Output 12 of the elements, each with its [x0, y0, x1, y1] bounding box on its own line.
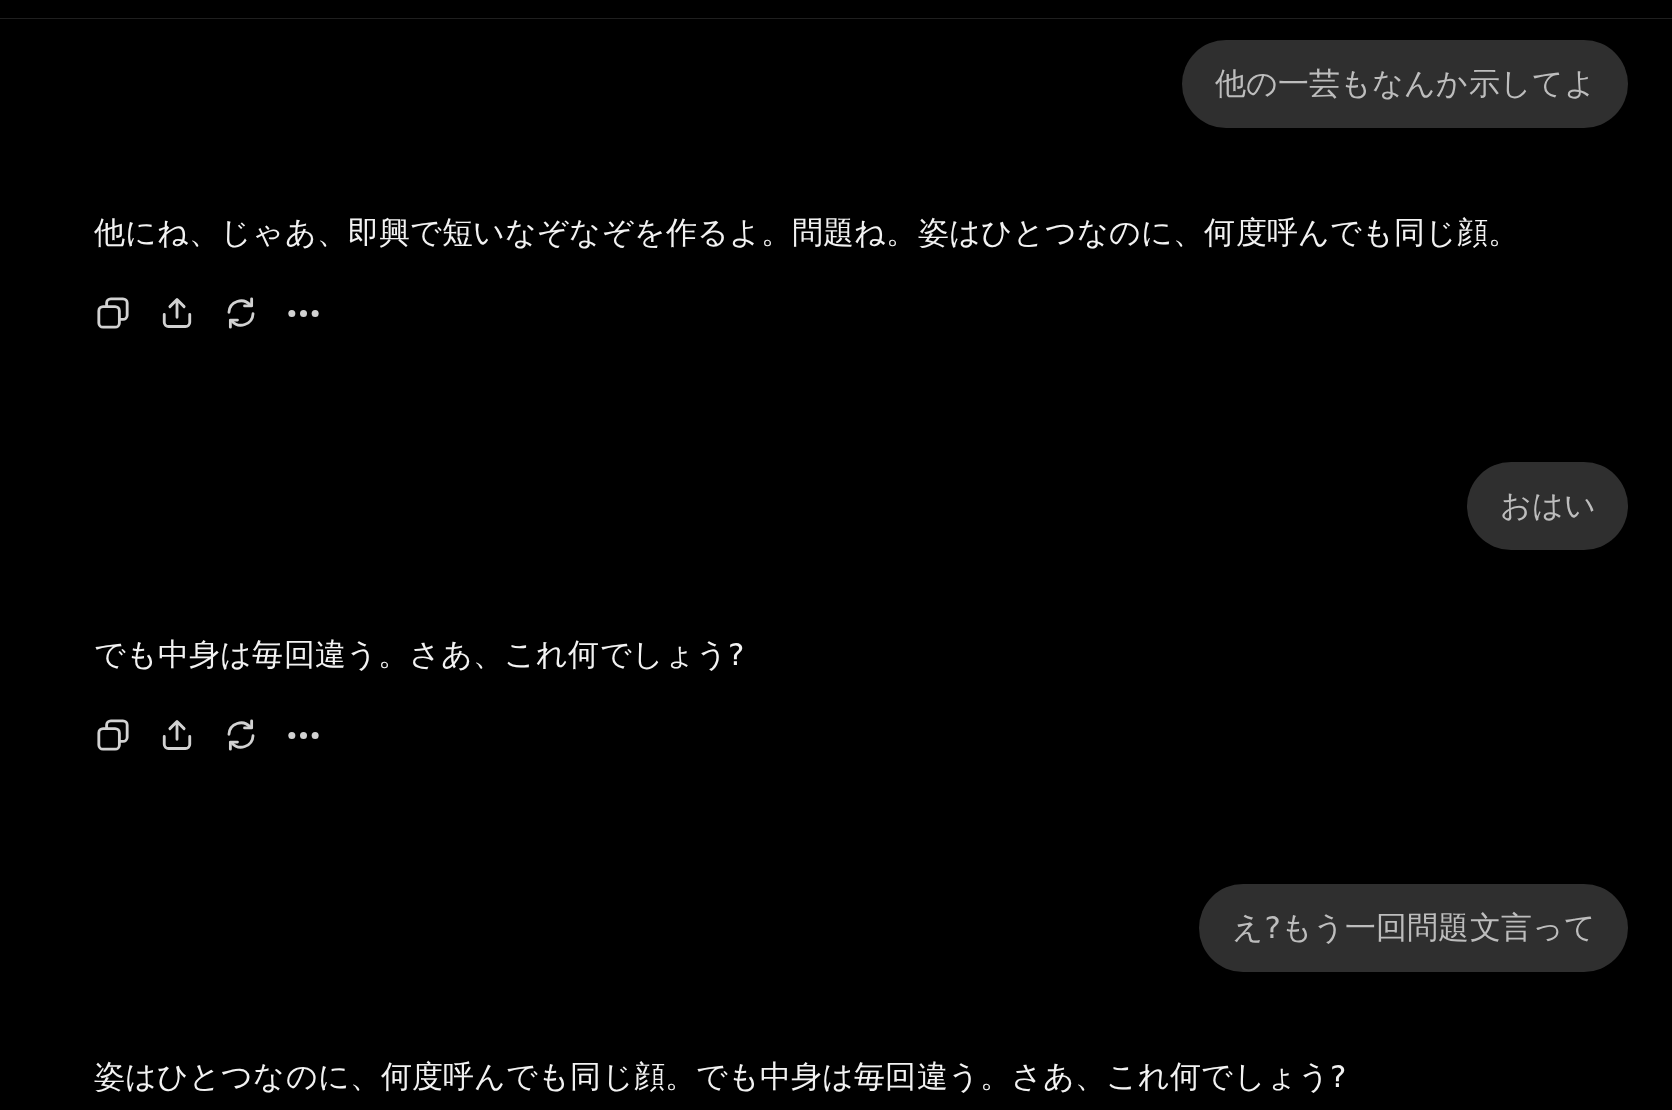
assistant-message: 他にね、じゃあ、即興で短いなぞなぞを作るよ。問題ね。姿はひとつなのに、何度呼んでも同じ顔。 — [94, 213, 1521, 252]
assistant-message: でも中身は毎回違う。さあ、これ何でしょう? — [94, 635, 746, 674]
user-message-bubble: おはい — [1466, 462, 1628, 550]
user-message-bubble: 他の一芸もなんか示してよ — [1181, 40, 1628, 128]
copy-icon[interactable] — [96, 718, 130, 752]
upload-arrow-icon[interactable] — [160, 296, 194, 330]
upload-arrow-icon[interactable] — [160, 718, 194, 752]
user-message-bubble: え?もう一回問題文言って — [1199, 884, 1628, 972]
assistant-message: 姿はひとつなのに、何度呼んでも同じ顔。でも中身は毎回違う。さあ、これ何でしょう? — [94, 1057, 1348, 1096]
more-icon[interactable] — [288, 309, 319, 317]
more-icon[interactable] — [288, 731, 319, 739]
copy-icon[interactable] — [96, 296, 130, 330]
